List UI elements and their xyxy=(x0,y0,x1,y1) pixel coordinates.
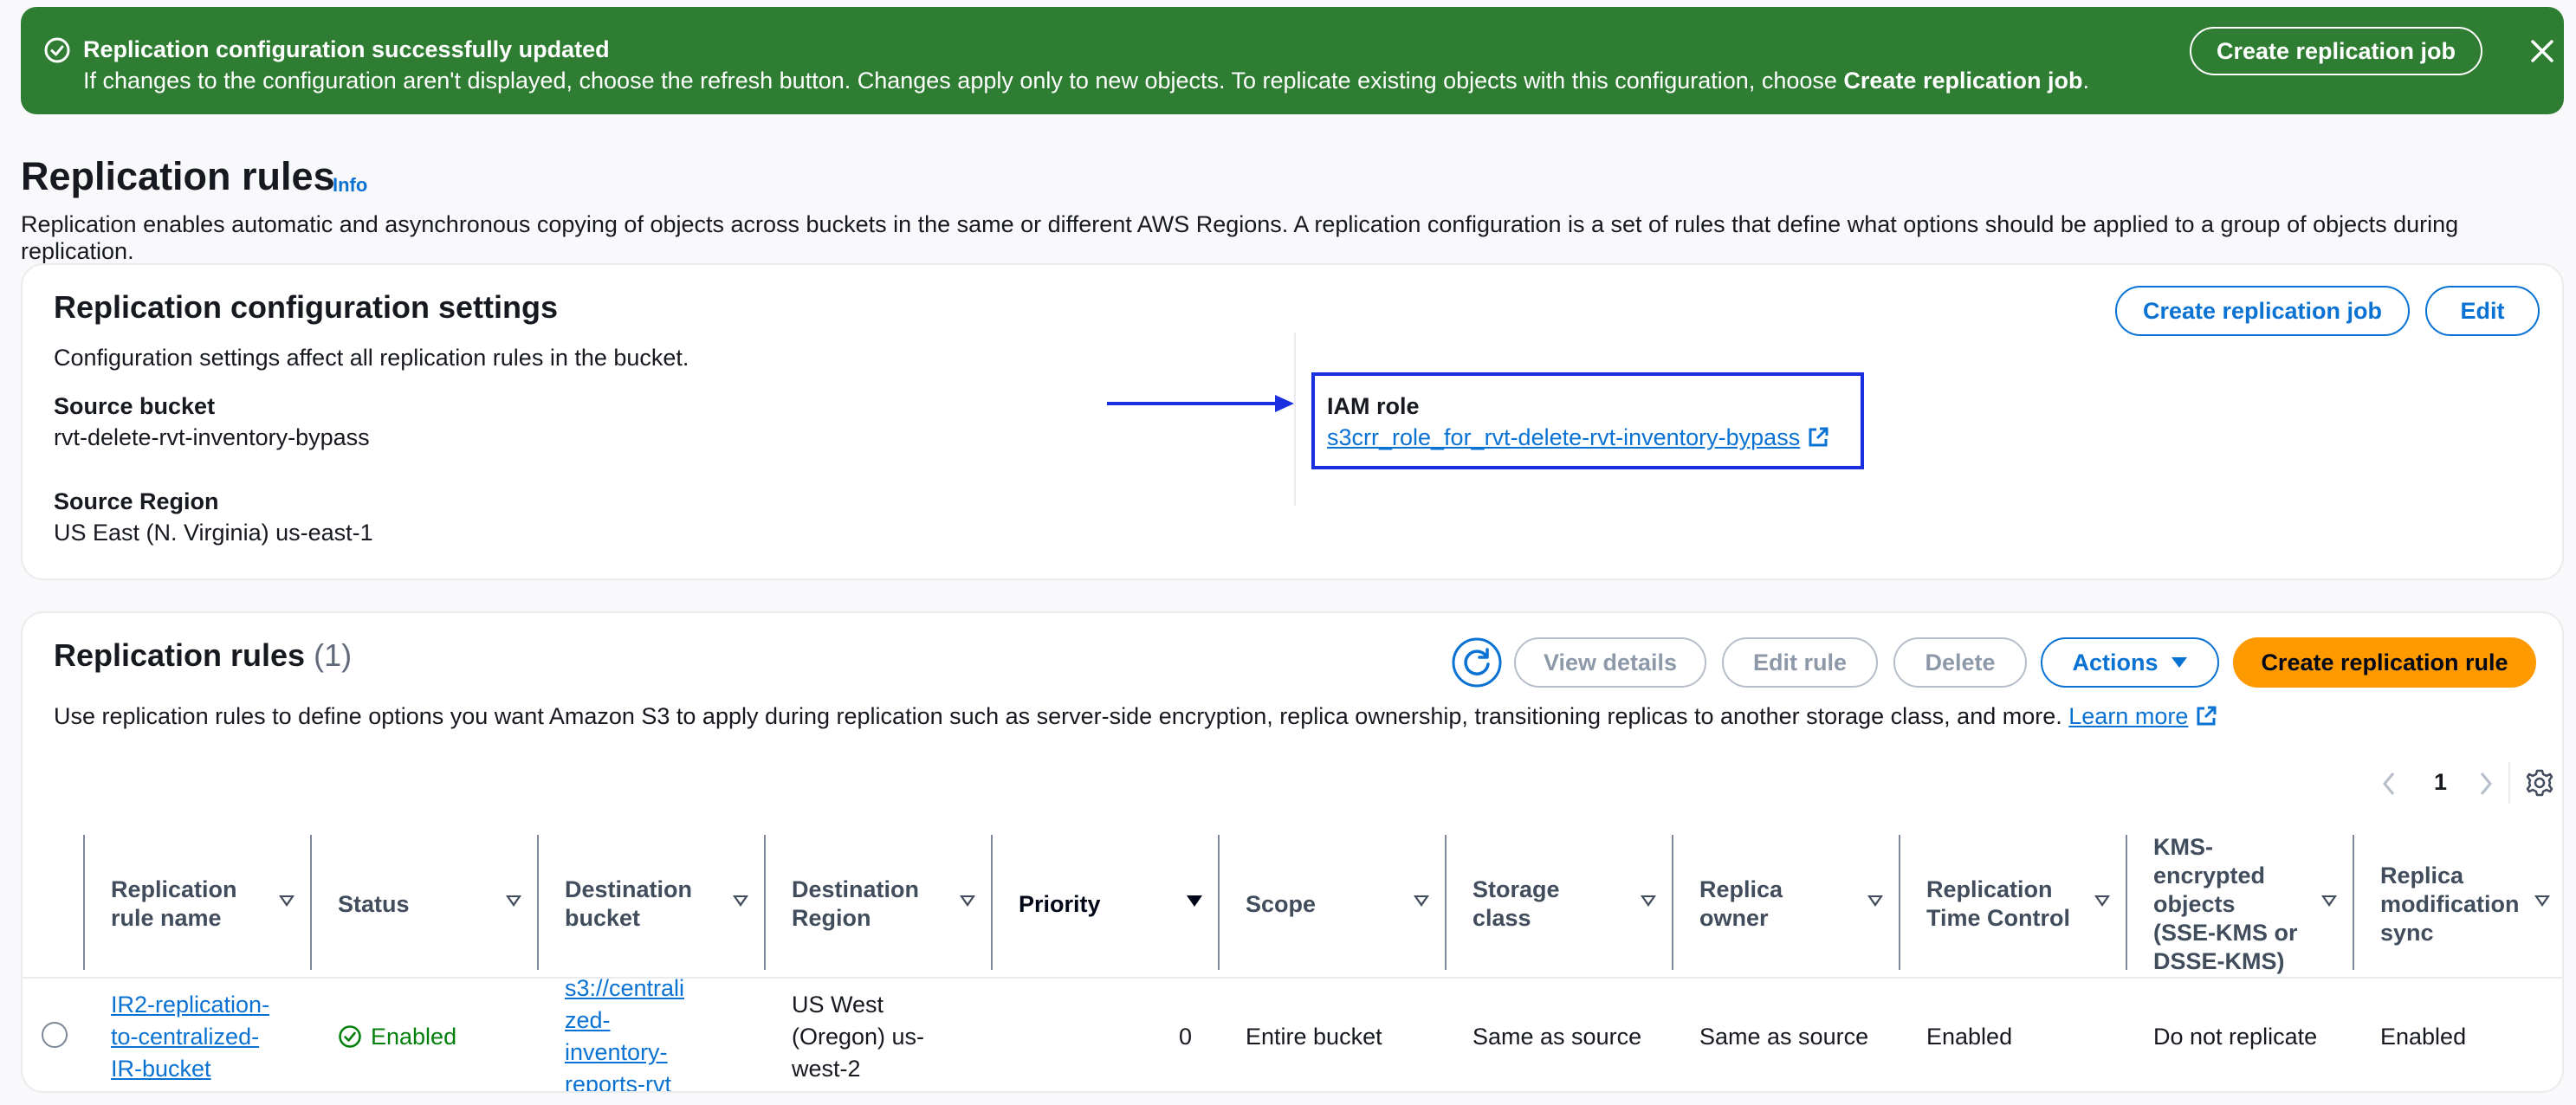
source-region-label: Source Region xyxy=(54,488,219,514)
flash-message: If changes to the configuration aren't d… xyxy=(83,68,2089,94)
sort-icon xyxy=(733,895,748,907)
status-badge: Enabled xyxy=(371,1023,457,1050)
create-replication-rule-button[interactable]: Create replication rule xyxy=(2233,637,2536,688)
next-page-icon[interactable] xyxy=(2477,771,2495,797)
column-header-kms-encrypted[interactable]: KMS-encrypted objects (SSE-KMS or DSSE-K… xyxy=(2127,831,2353,977)
rules-count: (1) xyxy=(314,637,353,673)
sort-active-icon xyxy=(1187,895,1202,907)
destination-bucket-link[interactable]: s3://centralized-inventory-reports-rvt xyxy=(565,973,695,1091)
table-cell-modification-sync: Enabled xyxy=(2380,1023,2467,1050)
info-link[interactable]: Info xyxy=(333,174,367,197)
column-header-destination-region[interactable]: Destination Region xyxy=(766,831,991,977)
view-details-button[interactable]: View details xyxy=(1514,637,1706,688)
success-flash-banner: Replication configuration successfully u… xyxy=(21,7,2564,114)
table-cell-scope: Entire bucket xyxy=(1246,1023,1382,1050)
previous-page-icon[interactable] xyxy=(2380,771,2398,797)
edit-button[interactable]: Edit xyxy=(2425,286,2540,336)
sort-icon xyxy=(2321,895,2337,907)
learn-more-link[interactable]: Learn more xyxy=(2068,703,2188,729)
table-cell-replica-owner: Same as source xyxy=(1699,1023,1869,1050)
column-header-replica-modification-sync[interactable]: Replica modification sync xyxy=(2354,831,2562,977)
sort-icon xyxy=(1414,895,1429,907)
sort-icon xyxy=(1867,895,1883,907)
rules-description: Use replication rules to define options … xyxy=(54,703,2217,730)
source-region-value: US East (N. Virginia) us-east-1 xyxy=(54,520,373,546)
source-bucket-label: Source bucket xyxy=(54,393,216,419)
table-cell-storage-class: Same as source xyxy=(1472,1023,1642,1050)
column-header-status[interactable]: Status xyxy=(312,831,537,977)
table-cell-destination-bucket[interactable]: s3://centralized-inventory-reports-rvt xyxy=(539,975,764,1091)
settings-title: Replication configuration settings xyxy=(54,289,559,325)
column-header-rule-name[interactable]: Replication rule name xyxy=(85,831,310,977)
sort-icon xyxy=(2534,895,2550,907)
external-link-icon xyxy=(1809,427,1828,447)
page-description: Replication enables automatic and asynch… xyxy=(21,211,2459,264)
annotation-arrow-icon xyxy=(1107,395,1294,412)
row-select-radio[interactable] xyxy=(42,1022,68,1048)
column-header-destination-bucket[interactable]: Destination bucket xyxy=(539,831,764,977)
current-page-number[interactable]: 1 xyxy=(2434,769,2447,796)
external-link-icon xyxy=(2197,706,2217,726)
source-bucket-value: rvt-delete-rvt-inventory-bypass xyxy=(54,424,370,450)
sort-icon xyxy=(506,895,521,907)
flash-title: Replication configuration successfully u… xyxy=(83,36,610,62)
column-header-replica-owner[interactable]: Replica owner xyxy=(1673,831,1899,977)
status-enabled-icon xyxy=(339,1025,361,1048)
table-cell-rtc: Enabled xyxy=(1926,1023,2013,1050)
table-cell-kms: Do not replicate xyxy=(2153,1023,2318,1050)
actions-dropdown-button[interactable]: Actions xyxy=(2041,637,2219,688)
refresh-icon[interactable] xyxy=(1452,637,1502,688)
table-cell-rule-name[interactable]: IR2-replication-to-centralized-IR-bucket xyxy=(85,985,310,1088)
table-cell-priority: 0 xyxy=(1178,1023,1192,1050)
sort-icon xyxy=(1641,895,1656,907)
column-header-storage-class[interactable]: Storage class xyxy=(1447,831,1672,977)
delete-button[interactable]: Delete xyxy=(1893,637,2027,688)
page-title: Replication rules xyxy=(21,154,335,198)
column-header-priority[interactable]: Priority xyxy=(993,831,1218,977)
rules-title: Replication rules (1) xyxy=(54,637,353,673)
rule-name-link[interactable]: IR2-replication-to-centralized-IR-bucket xyxy=(111,989,284,1085)
success-check-icon xyxy=(44,37,70,63)
column-divider xyxy=(1294,333,1296,506)
sort-icon xyxy=(279,895,294,907)
flash-create-replication-job-button[interactable]: Create replication job xyxy=(2190,27,2482,75)
column-header-scope[interactable]: Scope xyxy=(1220,831,1445,977)
pager-divider xyxy=(2508,762,2510,804)
iam-role-highlight xyxy=(1311,372,1864,469)
iam-role-value[interactable]: s3crr_role_for_rvt-delete-rvt-inventory-… xyxy=(1327,424,1829,451)
create-replication-job-button[interactable]: Create replication job xyxy=(2115,286,2410,336)
column-header-replication-time-control[interactable]: Replication Time Control xyxy=(1900,831,2126,977)
settings-description: Configuration settings affect all replic… xyxy=(54,345,689,371)
caret-down-icon xyxy=(2171,657,2187,668)
table-cell-status: Enabled xyxy=(312,985,537,1088)
header-row-divider xyxy=(23,977,2562,979)
iam-role-label: IAM role xyxy=(1327,393,1420,419)
table-cell-destination-region: US West (Oregon) us-west-2 xyxy=(792,991,925,1082)
iam-role-link[interactable]: s3crr_role_for_rvt-delete-rvt-inventory-… xyxy=(1327,424,1800,450)
close-icon[interactable] xyxy=(2529,38,2555,64)
replication-rules-panel: Replication rules (1) View details Edit … xyxy=(21,611,2564,1093)
sort-icon xyxy=(2094,895,2110,907)
replication-configuration-settings-panel: Replication configuration settings Confi… xyxy=(21,263,2564,580)
edit-rule-button[interactable]: Edit rule xyxy=(1722,637,1878,688)
sort-icon xyxy=(960,895,975,907)
gear-icon[interactable] xyxy=(2526,769,2553,797)
